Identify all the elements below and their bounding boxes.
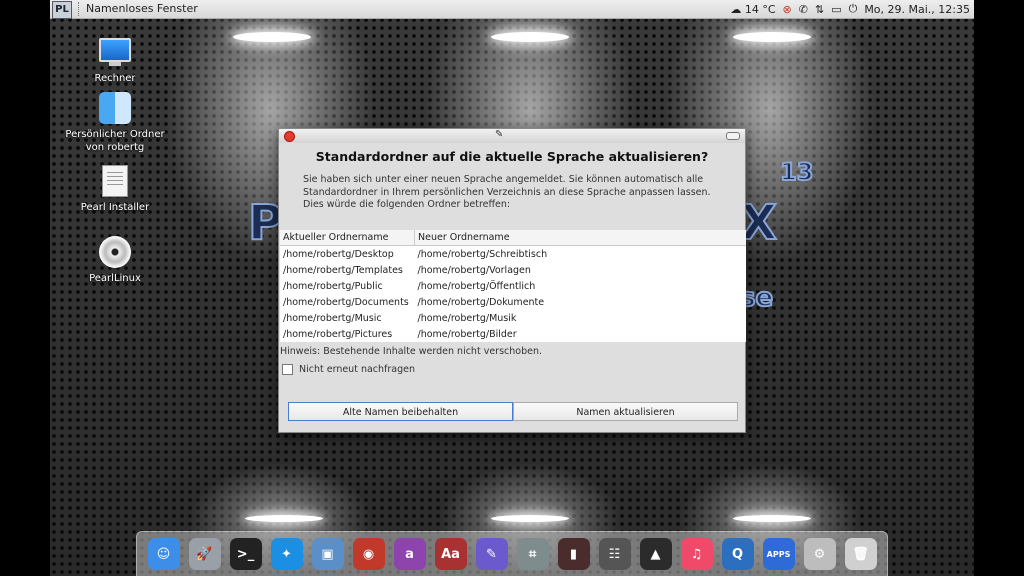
desktop-icon-home[interactable]: Persönlicher Ordner von robertg xyxy=(60,92,170,154)
current-folder-cell: /home/robertg/Documents xyxy=(283,296,409,308)
computer-icon xyxy=(99,38,131,66)
apps-store-icon[interactable]: APPS xyxy=(762,538,795,570)
app-icon: ✎ xyxy=(495,129,504,140)
checkbox-label: Nicht erneut nachfragen xyxy=(299,364,416,375)
volume-icon[interactable]: ⊗ xyxy=(783,3,792,16)
current-folder-cell: /home/robertg/Pictures xyxy=(283,328,393,340)
desktop-icon-label: Persönlicher Ordner von robertg xyxy=(65,129,165,153)
ceiling-light xyxy=(491,32,569,42)
home-folder-icon xyxy=(99,92,131,124)
safari-icon[interactable]: ✦ xyxy=(270,538,303,570)
active-window-title: Namenloses Fenster xyxy=(86,2,198,15)
music-icon[interactable]: ♫ xyxy=(680,538,713,570)
desktop-icon-label: Rechner xyxy=(94,73,136,84)
new-folder-cell: /home/robertg/Vorlagen xyxy=(417,264,531,276)
dialog-description: Sie haben sich unter einer neuen Sprache… xyxy=(303,174,711,210)
panel-separator xyxy=(78,2,79,16)
network-icon[interactable]: ⇅ xyxy=(815,3,824,16)
image-capture-icon[interactable]: ⌗ xyxy=(516,538,549,570)
media-app-icon[interactable]: ▮ xyxy=(557,538,590,570)
current-folder-cell: /home/robertg/Desktop xyxy=(283,248,394,260)
floor-light xyxy=(491,515,569,522)
disc-icon xyxy=(99,236,131,268)
table-row[interactable]: /home/robertg/Music/home/robertg/Musik xyxy=(280,310,746,326)
floor-light xyxy=(733,515,811,522)
floor-light xyxy=(245,515,323,522)
update-names-button[interactable]: Namen aktualisieren xyxy=(513,402,738,421)
trash-icon[interactable]: 🗑 xyxy=(844,538,877,570)
table-row[interactable]: /home/robertg/Templates/home/robertg/Vor… xyxy=(280,262,746,278)
column-header-current[interactable]: Aktueller Ordnername xyxy=(280,230,415,246)
finder-icon[interactable]: ☺ xyxy=(147,538,180,570)
new-folder-cell: /home/robertg/Musik xyxy=(417,312,517,324)
desktop-screen: P X se 13 PL Namenloses Fenster ☁ 14 °C … xyxy=(50,0,974,576)
dock: ☺ 🚀 >_ ✦ ▣ ◉ a Aa ✎ ⌗ ▮ ☷ ▲ ♫ Q APPS ⚙ 🗑 xyxy=(136,531,888,576)
feather-app-icon[interactable]: ✎ xyxy=(475,538,508,570)
table-row[interactable]: /home/robertg/Documents/home/robertg/Dok… xyxy=(280,294,746,310)
current-folder-cell: /home/robertg/Music xyxy=(283,312,382,324)
installer-document-icon xyxy=(102,165,128,197)
quicktime-icon[interactable]: Q xyxy=(721,538,754,570)
desktop-icon-installer[interactable]: Pearl Installer xyxy=(60,165,170,214)
clock[interactable]: Mo, 29. Mai., 12:35 xyxy=(864,3,970,16)
desktop-icon-label: Pearl Installer xyxy=(80,202,150,213)
preview-icon[interactable]: ▣ xyxy=(311,538,344,570)
dialog-heading: Standardordner auf die aktuelle Sprache … xyxy=(315,149,709,164)
weather-indicator[interactable]: ☁ 14 °C xyxy=(730,3,775,16)
close-button[interactable] xyxy=(284,131,295,142)
new-folder-cell: /home/robertg/Öffentlich xyxy=(417,280,536,292)
phone-icon[interactable]: ✆ xyxy=(799,3,808,16)
current-folder-cell: /home/robertg/Templates xyxy=(283,264,403,276)
system-tray: ☁ 14 °C ⊗ ✆ ⇅ ▭ ⏻ Mo, 29. Mai., 12:35 xyxy=(730,2,974,16)
inkscape-icon[interactable]: ▲ xyxy=(639,538,672,570)
mixer-icon[interactable]: ☷ xyxy=(598,538,631,570)
new-folder-cell: /home/robertg/Dokumente xyxy=(417,296,545,308)
desktop-icon-label: PearlLinux xyxy=(89,273,141,284)
launchpad-icon[interactable]: 🚀 xyxy=(188,538,221,570)
power-icon[interactable]: ⏻ xyxy=(849,2,858,16)
desktop-icon-computer[interactable]: Rechner xyxy=(60,34,170,85)
new-folder-cell: /home/robertg/Schreibtisch xyxy=(417,248,548,260)
desktop-icon-pearllinux[interactable]: PearlLinux xyxy=(60,236,170,285)
new-folder-cell: /home/robertg/Bilder xyxy=(417,328,517,340)
update-folders-dialog: ✎ Standardordner auf die aktuelle Sprach… xyxy=(278,128,746,433)
screenshot-icon[interactable]: ◉ xyxy=(352,538,385,570)
font-app-icon[interactable]: a xyxy=(393,538,426,570)
settings-toggle-icon[interactable]: ⚙ xyxy=(803,538,836,570)
hint-text: Hinweis: Bestehende Inhalte werden nicht… xyxy=(280,346,542,357)
wallpaper-version: 13 xyxy=(779,157,814,187)
column-header-new[interactable]: Neuer Ordnername xyxy=(414,230,746,246)
dialog-titlebar[interactable]: ✎ xyxy=(279,129,745,143)
table-row[interactable]: /home/robertg/Pictures/home/robertg/Bild… xyxy=(280,326,746,342)
keep-old-names-button[interactable]: Alte Namen beibehalten xyxy=(288,402,513,421)
top-panel: PL Namenloses Fenster ☁ 14 °C ⊗ ✆ ⇅ ▭ ⏻ … xyxy=(50,0,974,19)
display-icon[interactable]: ▭ xyxy=(831,3,841,16)
current-folder-cell: /home/robertg/Public xyxy=(283,280,383,292)
folder-table: Aktueller Ordnername Neuer Ordnername /h… xyxy=(280,230,746,342)
ceiling-light xyxy=(233,32,311,42)
checkbox-box[interactable] xyxy=(282,364,293,375)
ceiling-light xyxy=(733,32,811,42)
maximize-button[interactable] xyxy=(726,132,740,140)
dictionary-icon[interactable]: Aa xyxy=(434,538,467,570)
dont-ask-again-checkbox[interactable]: Nicht erneut nachfragen xyxy=(282,364,415,375)
pearl-menu-logo[interactable]: PL xyxy=(52,1,72,19)
terminal-icon[interactable]: >_ xyxy=(229,538,262,570)
table-row[interactable]: /home/robertg/Desktop/home/robertg/Schre… xyxy=(280,246,746,263)
table-row[interactable]: /home/robertg/Public/home/robertg/Öffent… xyxy=(280,278,746,294)
